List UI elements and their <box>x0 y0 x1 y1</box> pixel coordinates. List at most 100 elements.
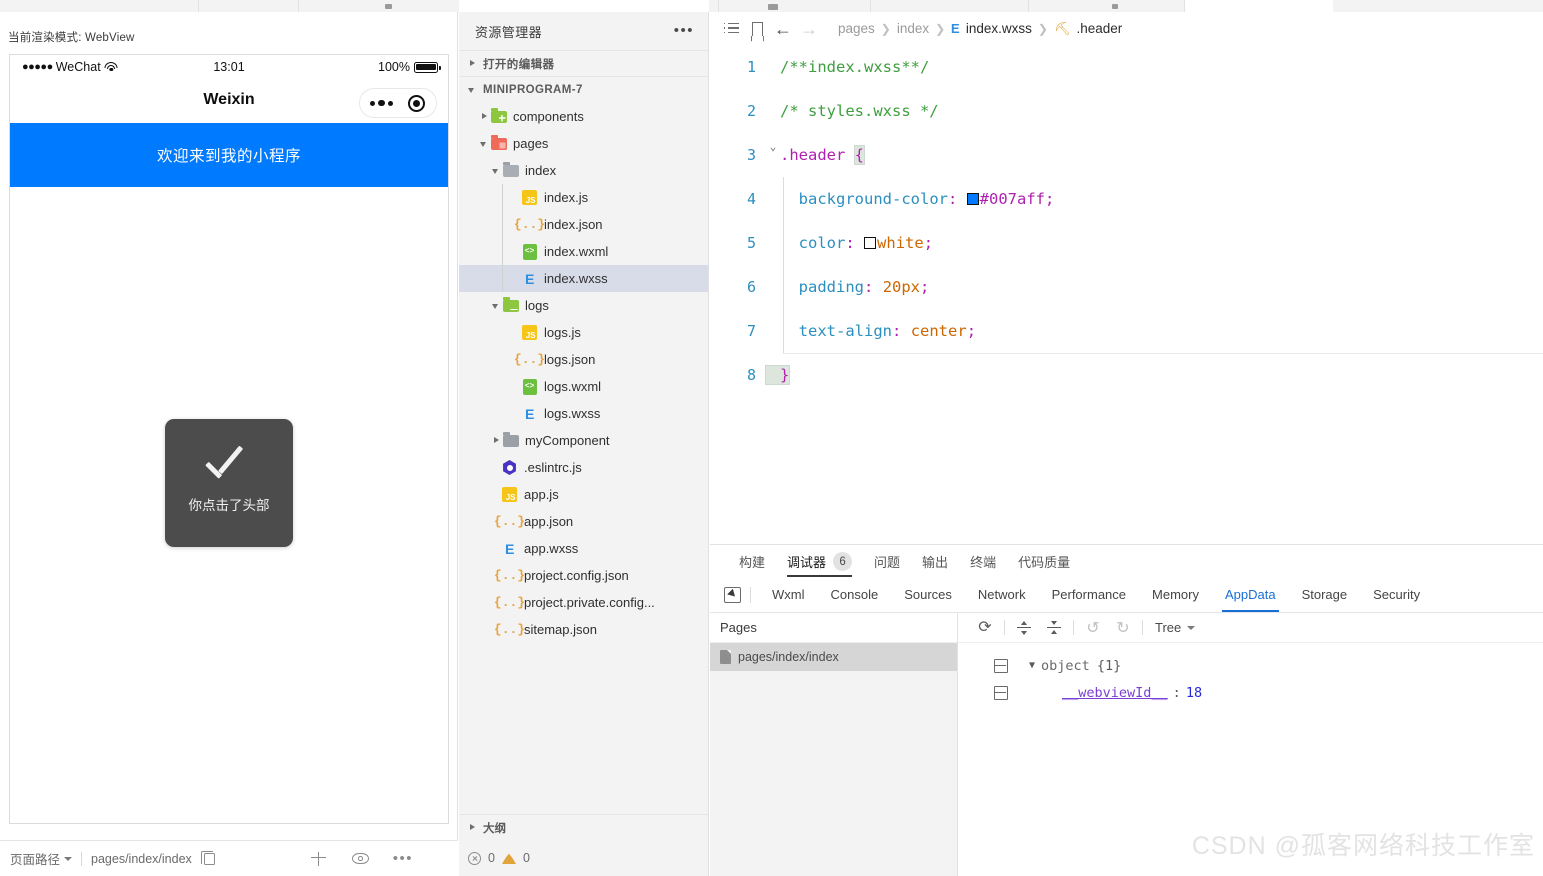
devtab-network[interactable]: Network <box>965 577 1039 612</box>
appdata-root-label: object <box>1041 657 1090 674</box>
devtab-storage[interactable]: Storage <box>1289 577 1361 612</box>
tree-item-label: components <box>513 109 584 124</box>
devtab-sources[interactable]: Sources <box>891 577 965 612</box>
tree-item-logs-folder[interactable]: logs <box>459 292 708 319</box>
color-swatch[interactable] <box>864 237 877 249</box>
back-arrow-icon[interactable]: ← <box>770 20 796 38</box>
menu-dots-icon[interactable] <box>369 99 394 107</box>
tree-item-index-wxml[interactable]: <> index.wxml <box>459 238 708 265</box>
tree-item-app-js[interactable]: JS app.js <box>459 481 708 508</box>
undo-icon[interactable]: ↺ <box>1078 616 1108 640</box>
tab-label: Sources <box>904 587 952 602</box>
tab-build[interactable]: 构建 <box>728 552 776 577</box>
wechat-devtools-window: 当前渲染模式: WebView ●●●●● WeChat 13:01 100% … <box>0 0 1543 876</box>
devtab-appdata[interactable]: AppData <box>1212 577 1289 612</box>
tab-label: 代码质量 <box>1018 555 1071 570</box>
collapse-all-icon[interactable] <box>1039 616 1069 640</box>
devtab-performance[interactable]: Performance <box>1039 577 1139 612</box>
page-header-banner[interactable]: 欢迎来到我的小程序 <box>10 123 448 187</box>
code-text: padding: 20px; <box>766 278 930 296</box>
check-icon <box>205 452 253 480</box>
outline-section[interactable]: 大纲 <box>459 814 708 840</box>
code-line-4: 4 background-color: #007aff; <box>710 177 1543 221</box>
tree-item-index-wxss[interactable]: Ǝ index.wxss <box>459 265 708 292</box>
explorer-header: 资源管理器 ••• <box>459 12 708 50</box>
page-path-dropdown[interactable]: 页面路径 <box>10 849 73 868</box>
breadcrumb: ← → pages ❯ index ❯ Ǝ index.wxss ❯ ⛏ .he… <box>710 12 1543 45</box>
tree-item-mycomponent[interactable]: myComponent <box>459 427 708 454</box>
copy-icon[interactable] <box>200 850 215 865</box>
tab-output[interactable]: 输出 <box>911 552 959 577</box>
list-icon[interactable] <box>718 22 744 35</box>
tree-item-logs-wxss[interactable]: Ǝ logs.wxss <box>459 400 708 427</box>
bug-icon[interactable] <box>310 851 326 866</box>
code-line-2: 2 /* styles.wxss */ <box>710 89 1543 133</box>
tab-code-quality[interactable]: 代码质量 <box>1007 552 1081 577</box>
project-section[interactable]: MINIPROGRAM-7 <box>459 76 708 102</box>
tree-item-label: index.json <box>544 217 603 232</box>
json-icon: {..} <box>493 622 526 637</box>
tree-item-components[interactable]: components <box>459 103 708 130</box>
tree-item-label: logs <box>525 298 549 313</box>
tree-item-label: pages <box>513 136 549 151</box>
tree-item-index-folder[interactable]: index <box>459 157 708 184</box>
wechat-capsule-button[interactable] <box>359 88 437 118</box>
chevron-down-icon[interactable]: ▼ <box>1029 660 1035 671</box>
refresh-icon[interactable]: ⟳ <box>970 616 1000 640</box>
appdata-root-row[interactable]: ▼ object {1} <box>958 652 1543 679</box>
tree-item-sitemap-json[interactable]: {..} sitemap.json <box>459 616 708 643</box>
folder-icon <box>502 161 519 179</box>
tree-item-app-json[interactable]: {..} app.json <box>459 508 708 535</box>
colon: : <box>845 234 855 252</box>
tree-item-eslintrc[interactable]: .eslintrc.js <box>459 454 708 481</box>
forward-arrow-icon[interactable]: → <box>796 20 822 38</box>
chevron-down-icon <box>490 165 502 177</box>
file-icon <box>720 650 731 664</box>
bookmark-icon[interactable] <box>744 21 770 36</box>
more-icon[interactable]: ••• <box>393 851 413 866</box>
view-mode-dropdown[interactable]: Tree <box>1155 620 1196 635</box>
line-number: 8 <box>746 366 756 384</box>
tree-item-project-config[interactable]: {..} project.config.json <box>459 562 708 589</box>
breadcrumb-pages[interactable]: pages <box>836 21 877 36</box>
devtab-security[interactable]: Security <box>1360 577 1433 612</box>
tree-item-logs-wxml[interactable]: <> logs.wxml <box>459 373 708 400</box>
tab-label: Memory <box>1152 587 1199 602</box>
devtab-console[interactable]: Console <box>818 577 892 612</box>
devtab-wxml[interactable]: Wxml <box>759 577 818 612</box>
tree-item-pages[interactable]: pages <box>459 130 708 157</box>
devtab-memory[interactable]: Memory <box>1139 577 1212 612</box>
tree-item-logs-json[interactable]: {..} logs.json <box>459 346 708 373</box>
js-icon: JS <box>521 190 538 206</box>
tree-item-app-wxss[interactable]: Ǝ app.wxss <box>459 535 708 562</box>
expand-all-icon[interactable] <box>1009 616 1039 640</box>
breadcrumb-index[interactable]: index <box>895 21 931 36</box>
wxss-icon: Ǝ <box>951 21 960 36</box>
fold-chevron-icon[interactable]: ⌄ <box>766 140 780 153</box>
breadcrumb-symbol[interactable]: .header <box>1074 21 1124 36</box>
tab-problems[interactable]: 问题 <box>863 552 911 577</box>
appdata-entry-row[interactable]: __webviewId__ : 18 <box>958 679 1543 706</box>
semicolon: ; <box>966 322 977 340</box>
tab-debugger[interactable]: 调试器 6 <box>776 552 863 577</box>
code-text: background-color: #007aff; <box>766 190 1055 208</box>
close-target-icon[interactable] <box>408 94 426 112</box>
tab-terminal[interactable]: 终端 <box>959 552 1007 577</box>
open-editors-section[interactable]: 打开的编辑器 <box>459 50 708 76</box>
view-mode-label: Tree <box>1155 620 1182 635</box>
breadcrumb-file[interactable]: index.wxss <box>964 21 1034 36</box>
inspect-cursor-icon[interactable] <box>724 586 741 603</box>
code-area[interactable]: 1 /**index.wxss**/ 2 /* styles.wxss */ 3… <box>710 45 1543 544</box>
pages-list-item[interactable]: pages/index/index <box>710 643 957 671</box>
toast-popup: 你点击了头部 <box>165 419 293 547</box>
redo-icon[interactable]: ↻ <box>1108 616 1138 640</box>
tree-item-project-private-config[interactable]: {..} project.private.config... <box>459 589 708 616</box>
eye-icon[interactable] <box>351 853 369 864</box>
tree-item-index-js[interactable]: JS index.js <box>459 184 708 211</box>
more-icon[interactable]: ••• <box>674 23 694 38</box>
code-line-1: 1 /**index.wxss**/ <box>710 45 1543 89</box>
chevron-right-icon <box>466 822 478 834</box>
tree-item-index-json[interactable]: {..} index.json <box>459 211 708 238</box>
tree-item-logs-js[interactable]: JS logs.js <box>459 319 708 346</box>
color-swatch[interactable] <box>966 193 979 205</box>
